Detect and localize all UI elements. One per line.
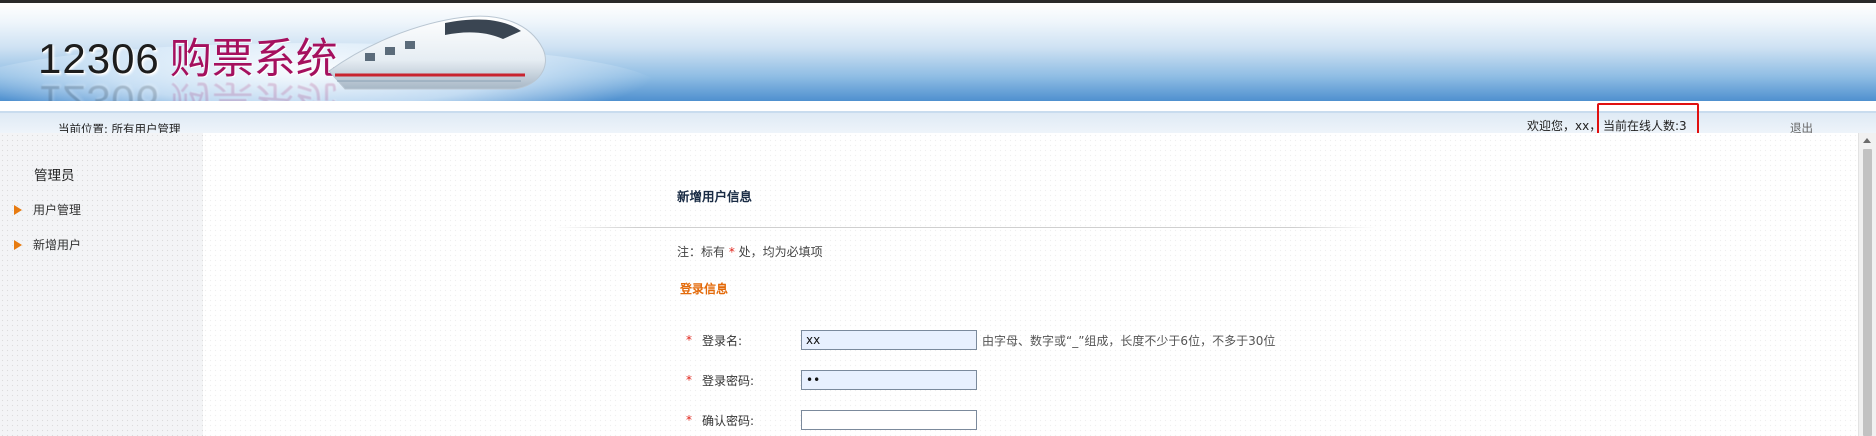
sidebar-title: 管理员: [34, 168, 75, 184]
logo-number-reflection: 12306: [38, 77, 160, 101]
confirm-password-input[interactable]: [801, 410, 977, 430]
sidebar-item-label: 用户管理: [33, 203, 82, 217]
location-bar-divider: [0, 111, 1876, 113]
logo-reflection: 12306 购票系统: [38, 73, 338, 101]
password-input[interactable]: [801, 370, 977, 390]
note-suffix: 处，均为必填项: [734, 245, 823, 259]
sidebar-item-add-user[interactable]: 新增用户: [14, 236, 81, 253]
username-input[interactable]: [801, 330, 977, 350]
field-row-username: * 登录名: 由字母、数字或“_”组成，长度不少于6位，不多于30位: [686, 329, 1275, 351]
username-hint: 由字母、数字或“_”组成，长度不少于6位，不多于30位: [982, 333, 1276, 348]
main-content: [203, 133, 1858, 436]
required-marker: *: [686, 413, 692, 427]
field-row-password: * 登录密码:: [686, 369, 977, 391]
sidebar: [0, 133, 203, 436]
scroll-up-icon[interactable]: [1863, 138, 1871, 143]
required-marker: *: [686, 373, 692, 387]
arrow-right-icon: [14, 239, 22, 250]
logo-text-reflection: 购票系统: [169, 76, 338, 101]
field-label: 登录名:: [702, 333, 743, 348]
field-row-confirm-password: * 确认密码:: [686, 409, 977, 431]
field-label: 登录密码:: [702, 373, 755, 388]
welcome-text: 欢迎您，xx，: [1527, 119, 1602, 133]
form-title: 新增用户信息: [677, 189, 753, 204]
required-marker: *: [686, 333, 692, 347]
train-image: [328, 15, 546, 90]
section-title-login: 登录信息: [680, 282, 729, 296]
sidebar-item-label: 新增用户: [33, 238, 82, 252]
field-label: 确认密码:: [702, 413, 755, 428]
vertical-scrollbar[interactable]: [1858, 133, 1876, 436]
arrow-right-icon: [14, 204, 22, 215]
required-note: 注：标有 * 处，均为必填项: [677, 243, 823, 260]
scrollbar-thumb[interactable]: [1863, 149, 1872, 436]
note-prefix: 注：标有: [677, 245, 729, 259]
title-divider: [555, 227, 1375, 228]
header-banner: 12306 购票系统 12306 购票系统: [0, 3, 1876, 101]
sidebar-item-user-management[interactable]: 用户管理: [14, 201, 81, 218]
